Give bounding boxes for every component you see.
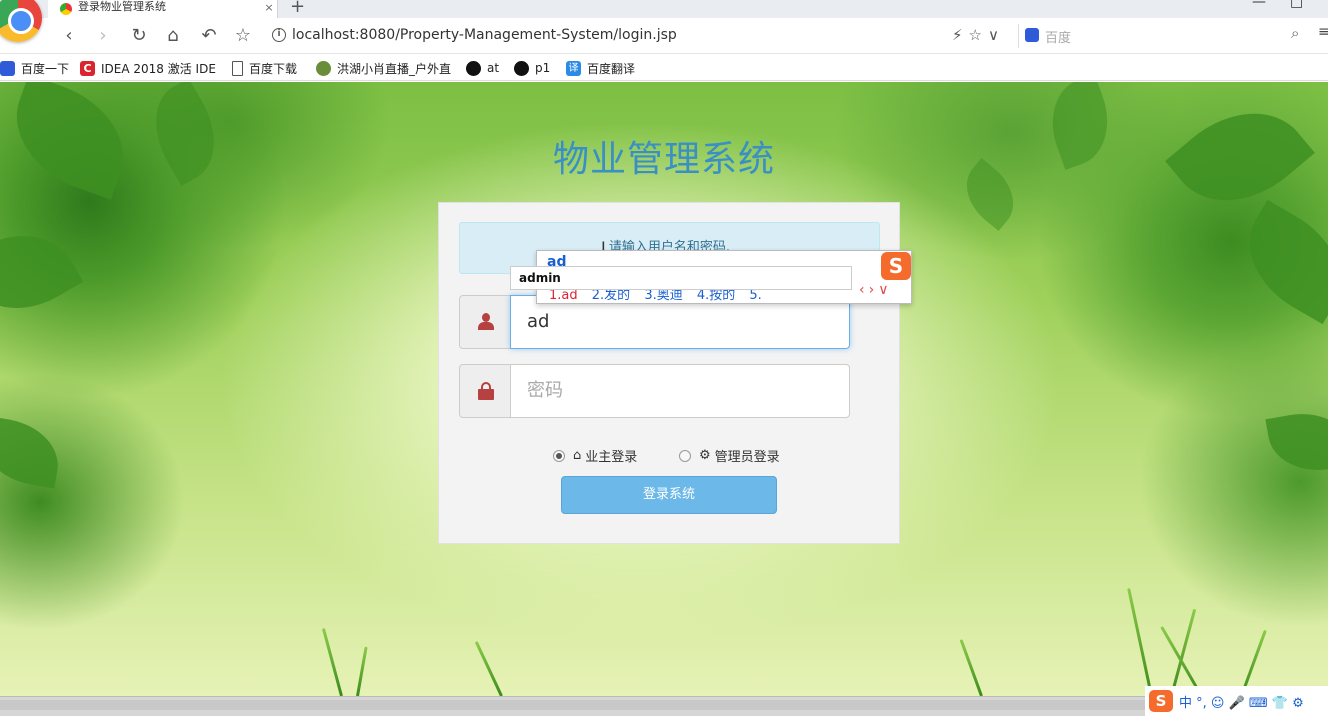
bookmark-label: 百度一下 (21, 61, 70, 76)
horizontal-scrollbar[interactable] (0, 696, 1328, 716)
login-button[interactable]: 登录系统 (561, 476, 777, 514)
ime-candidate[interactable]: 1.ad (549, 288, 578, 303)
lock-icon (477, 382, 495, 400)
grass-decoration (959, 639, 983, 696)
tab-title: 登录物业管理系统 (78, 0, 166, 13)
new-tab-button[interactable]: + (290, 0, 305, 17)
github-icon (466, 60, 481, 76)
tab-strip: 登录物业管理系统 × + — □ (0, 0, 1328, 18)
bookmark-label: 洪湖小肖直播_户外直 (337, 61, 452, 76)
leaf-decoration (1265, 405, 1328, 479)
gear-icon: ⚙ (699, 448, 711, 463)
bookmarks-bar: 百度一下 C IDEA 2018 激活 IDE 百度下载 洪湖小肖直播_户外直 a… (0, 54, 1328, 81)
password-input[interactable]: 密码 (510, 364, 850, 418)
user-addon (459, 295, 511, 349)
github-icon (514, 60, 529, 76)
url-text[interactable]: localhost:8080/Property-Management-Syste… (292, 27, 677, 43)
grass-decoration (474, 640, 503, 696)
grass-decoration (321, 627, 343, 696)
leaf-decoration (0, 415, 65, 489)
bookmark-item[interactable]: at (466, 59, 499, 77)
bookmark-item[interactable]: 译百度翻译 (566, 59, 635, 77)
reload-icon[interactable]: ↻ (128, 25, 150, 47)
bookmark-label: 百度翻译 (587, 61, 636, 76)
idea-icon: C (80, 60, 95, 76)
grass-decoration (1127, 588, 1153, 696)
forward-icon[interactable]: › (92, 25, 114, 47)
bookmark-item[interactable]: p1 (514, 59, 550, 77)
undo-icon[interactable]: ↶ (198, 25, 220, 47)
bookmark-item[interactable]: C IDEA 2018 激活 IDE (80, 59, 216, 77)
password-group: 密码 (459, 364, 850, 418)
bookmark-label: IDEA 2018 激活 IDE (101, 61, 216, 76)
search-placeholder: 百度 (1045, 31, 1072, 46)
ime-candidate[interactable]: 4.按的 (697, 288, 735, 303)
translate-icon: 译 (566, 60, 581, 76)
admin-login-label: 管理员登录 (714, 450, 780, 465)
page-background: 物业管理系统 请输入用户名和密码. ad 密码 ⌂ 业主登录 ⚙ 管理员登录 登… (0, 82, 1328, 696)
maximize-button[interactable]: □ (1290, 0, 1303, 10)
bookmark-item[interactable]: 百度下载 (232, 59, 297, 77)
tab-favicon-icon (60, 3, 72, 15)
owner-login-label: 业主登录 (585, 450, 638, 465)
menu-icon[interactable]: ≡ (1318, 24, 1328, 40)
home-icon: ⌂ (573, 448, 582, 463)
leaf-decoration (1227, 199, 1328, 325)
ime-candidate[interactable]: 5. (749, 288, 761, 303)
leaf-icon (316, 60, 331, 76)
baidu-icon (0, 60, 15, 76)
bookmark-label: at (487, 61, 500, 75)
page-title: 物业管理系统 (552, 139, 775, 180)
bookmark-item[interactable]: 百度一下 (0, 59, 69, 77)
ime-candidate[interactable]: 2.发的 (592, 288, 630, 303)
minimize-button[interactable]: — (1252, 0, 1266, 10)
lock-addon (459, 364, 511, 418)
radio-unselected-icon[interactable] (679, 449, 691, 462)
navigation-bar: ‹ › ↻ ⌂ ↶ ☆ i localhost:8080/Property-Ma… (0, 18, 1328, 54)
leaf-decoration (0, 212, 84, 332)
favorite-star-icon[interactable]: ☆ (232, 25, 254, 47)
ime-page-arrows-icon[interactable]: ‹›∨ (859, 282, 892, 298)
home-icon[interactable]: ⌂ (162, 25, 184, 47)
radio-selected-icon[interactable] (553, 449, 565, 462)
role-selector: ⌂ 业主登录 ⚙ 管理员登录 (439, 443, 901, 465)
baidu-icon (1025, 28, 1039, 42)
bookmark-item[interactable]: 洪湖小肖直播_户外直 (316, 59, 451, 77)
search-icon[interactable]: ⌕ (1291, 24, 1299, 42)
grass-decoration (356, 646, 368, 696)
owner-login-radio[interactable]: ⌂ 业主登录 (553, 446, 637, 465)
tab-close-icon[interactable]: × (261, 1, 277, 14)
search-box[interactable]: 百度 ⌕ (1018, 24, 1318, 48)
user-icon (477, 313, 495, 331)
tray-items[interactable]: 中 °, ☺ 🎤 ⌨ 👕 ⚙ (1179, 692, 1304, 711)
back-icon[interactable]: ‹ (58, 25, 80, 47)
sogou-logo-icon: S (881, 252, 911, 280)
url-actions-icon[interactable]: ⚡☆∨ (952, 26, 1005, 44)
document-icon (232, 60, 243, 76)
site-info-icon[interactable]: i (272, 28, 286, 42)
bookmark-label: 百度下载 (249, 61, 298, 76)
browser-tab[interactable]: 登录物业管理系统 × (48, 0, 278, 18)
ime-candidate[interactable]: 3.奥迪 (644, 288, 682, 303)
scrollbar-track[interactable] (0, 700, 1145, 710)
autocomplete-suggestion[interactable]: admin (510, 266, 852, 290)
sogou-tray-icon[interactable]: S (1149, 690, 1173, 712)
ime-tray: S 中 °, ☺ 🎤 ⌨ 👕 ⚙ (1145, 686, 1328, 716)
admin-login-radio[interactable]: ⚙ 管理员登录 (679, 446, 780, 465)
bookmark-label: p1 (535, 61, 551, 75)
